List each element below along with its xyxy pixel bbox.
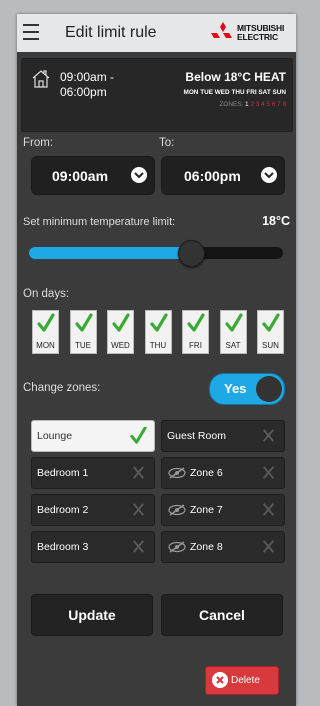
from-label: From: [23,137,54,149]
schedule-time: 09:00am - 06:00pm [60,70,115,99]
zone-label: Guest Room [167,430,226,442]
zone-bedroom-2[interactable]: Bedroom 2 [31,494,155,526]
cross-icon [133,466,144,479]
cross-icon [133,540,144,553]
day-label: SUN [262,341,279,350]
day-selector: MON TUE WED THU FRI SAT SUN [32,310,287,354]
zone-guest-room[interactable]: Guest Room [161,420,285,452]
to-label: To: [159,137,175,149]
zone-bedroom-3[interactable]: Bedroom 3 [31,531,155,563]
from-time-dropdown[interactable]: 09:00am [31,156,155,195]
eye-off-icon [168,467,186,479]
day-checkbox-wed[interactable]: WED [107,310,134,354]
house-icon [32,70,50,88]
eye-off-icon [168,504,186,516]
day-checkbox-sat[interactable]: SAT [219,310,247,354]
toggle-knob [256,376,282,402]
zone-zone-8[interactable]: Zone 8 [161,531,285,563]
schedule-summary-card[interactable]: 09:00am - 06:00pm Below 18°C HEAT MON TU… [21,58,293,132]
header-bar: Edit limit rule MITSUBISHI ELECTRIC [17,14,296,52]
check-icon [112,313,130,332]
on-days-label: On days: [23,288,70,300]
check-icon [149,313,168,332]
zone-label: Lounge [37,430,73,442]
min-temp-label: Set minimum temperature limit: [23,216,176,228]
day-label: TUE [75,341,91,350]
cross-icon [133,503,144,516]
check-icon [187,313,205,332]
day-checkbox-thu[interactable]: THU [144,310,172,354]
schedule-days: MON TUE WED THU FRI SAT SUN [183,89,286,96]
chevron-down-icon [261,167,277,183]
min-temp-value: 18°C [262,214,290,228]
day-label: FRI [189,341,202,350]
day-checkbox-tue[interactable]: TUE [69,310,97,354]
day-label: THU [149,341,167,350]
day-checkbox-sun[interactable]: SUN [257,310,284,354]
check-icon [224,313,243,332]
chevron-down-icon [131,167,147,183]
close-circle-icon [212,672,228,688]
zone-label: Zone 8 [190,541,223,553]
day-checkbox-mon[interactable]: MON [32,310,59,354]
zone-zone-7[interactable]: Zone 7 [161,494,285,526]
cancel-button[interactable]: Cancel [161,594,283,636]
slider-fill [29,247,190,259]
slider-handle[interactable] [178,240,205,267]
change-zones-label: Change zones: [23,382,101,394]
eye-off-icon [168,541,186,553]
day-label: WED [111,341,130,350]
temperature-slider[interactable] [29,240,283,267]
check-icon [130,427,147,444]
day-label: SAT [225,341,241,350]
day-checkbox-fri[interactable]: FRI [182,310,209,354]
zone-label: Bedroom 2 [37,504,89,516]
schedule-temp-mode: Below 18°C HEAT [185,70,286,84]
zone-label: Zone 7 [190,504,223,516]
change-zones-toggle[interactable]: Yes [209,373,285,405]
update-button[interactable]: Update [31,594,153,636]
cross-icon [263,466,274,479]
hamburger-menu-icon[interactable] [23,24,39,40]
zone-label: Bedroom 1 [37,467,89,479]
day-label: MON [36,341,55,350]
zone-label: Zone 6 [190,467,223,479]
page-title: Edit limit rule [65,24,157,41]
delete-button[interactable]: Delete [205,666,279,695]
zone-bedroom-1[interactable]: Bedroom 1 [31,457,155,489]
check-icon [262,313,280,332]
zone-zone-6[interactable]: Zone 6 [161,457,285,489]
check-icon [74,313,93,332]
check-icon [37,313,55,332]
to-time-dropdown[interactable]: 06:00pm [161,156,285,195]
cross-icon [263,540,274,553]
mitsubishi-logo: MITSUBISHI ELECTRIC [211,22,291,46]
app-window: Edit limit rule MITSUBISHI ELECTRIC 09:00… [17,14,296,706]
cross-icon [263,429,274,442]
zone-label: Bedroom 3 [37,541,89,553]
schedule-zones: ZONES: 1 2 3 4 5 6 7 8 [219,101,286,108]
zone-lounge[interactable]: Lounge [31,420,155,452]
cross-icon [263,503,274,516]
